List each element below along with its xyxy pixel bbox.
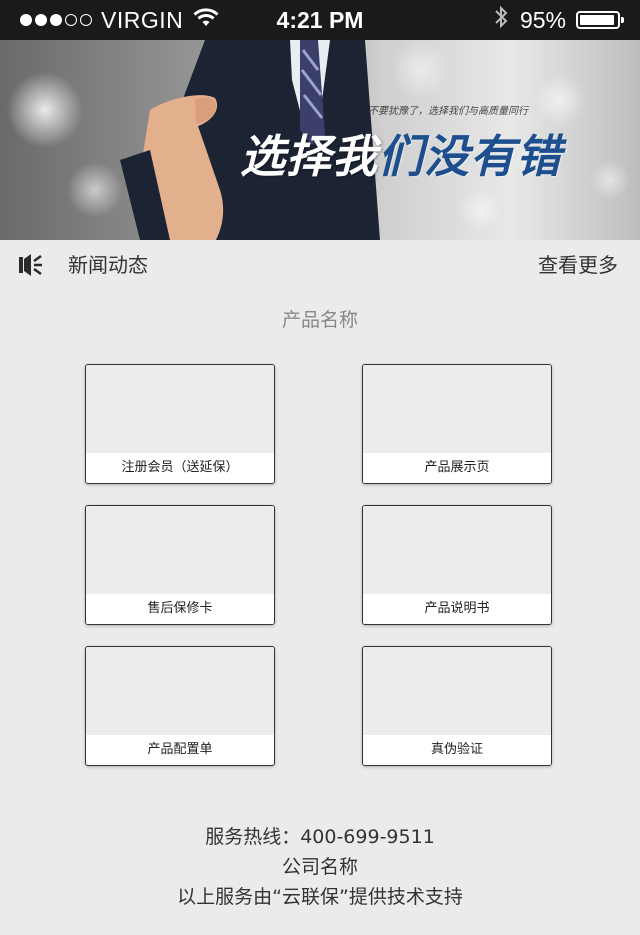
banner-slogan-white: 选择我: [240, 130, 379, 183]
footer-hotline[interactable]: 服务热线：400-699-9511: [0, 822, 640, 852]
battery-fill: [580, 15, 614, 25]
banner-subtitle: 不要犹豫了，选择我们与高质量同行: [368, 106, 528, 117]
card-authenticity[interactable]: 真伪验证: [362, 646, 552, 766]
hero-banner[interactable]: 不要犹豫了，选择我们与高质量同行 选择我们没有错: [0, 40, 640, 240]
news-title[interactable]: 新闻动态: [68, 240, 148, 290]
card-label: 售后保修卡: [86, 594, 274, 624]
status-bar: VIRGIN 4:21 PM 95%: [0, 0, 640, 40]
card-thumbnail: [86, 647, 274, 736]
card-configuration[interactable]: 产品配置单: [85, 646, 275, 766]
battery-percent: 95%: [519, 6, 566, 33]
footer-support: 以上服务由“云联保”提供技术支持: [177, 886, 463, 908]
card-thumbnail: [363, 365, 551, 454]
bluetooth-icon: [494, 5, 508, 35]
card-thumbnail: [86, 506, 274, 595]
card-manual[interactable]: 产品说明书: [362, 505, 552, 625]
card-label: 真伪验证: [363, 735, 551, 765]
banner-slogan: 选择我们没有错: [240, 120, 562, 185]
footer: 服务热线：400-699-9511 公司名称 以上服务由“云联保”提供技术支持: [0, 822, 640, 912]
view-more-link[interactable]: 查看更多: [538, 240, 618, 290]
card-thumbnail: [363, 647, 551, 736]
speaker-icon: [18, 253, 44, 277]
battery-nub: [621, 17, 624, 23]
card-label: 产品说明书: [363, 594, 551, 624]
card-label: 注册会员（送延保）: [86, 453, 274, 483]
card-thumbnail: [86, 365, 274, 454]
card-product-showcase[interactable]: 产品展示页: [362, 364, 552, 484]
battery-icon: [576, 11, 624, 29]
footer-company: 公司名称: [281, 856, 358, 878]
card-thumbnail: [363, 506, 551, 595]
card-label: 产品配置单: [86, 735, 274, 765]
section-title: 产品名称: [281, 309, 358, 331]
status-right: 95%: [494, 0, 624, 40]
card-warranty[interactable]: 售后保修卡: [85, 505, 275, 625]
banner-slogan-blue: 们没有错: [378, 130, 563, 183]
card-label: 产品展示页: [363, 453, 551, 483]
news-bar: 新闻动态 查看更多: [0, 240, 640, 290]
card-register-member[interactable]: 注册会员（送延保）: [85, 364, 275, 484]
